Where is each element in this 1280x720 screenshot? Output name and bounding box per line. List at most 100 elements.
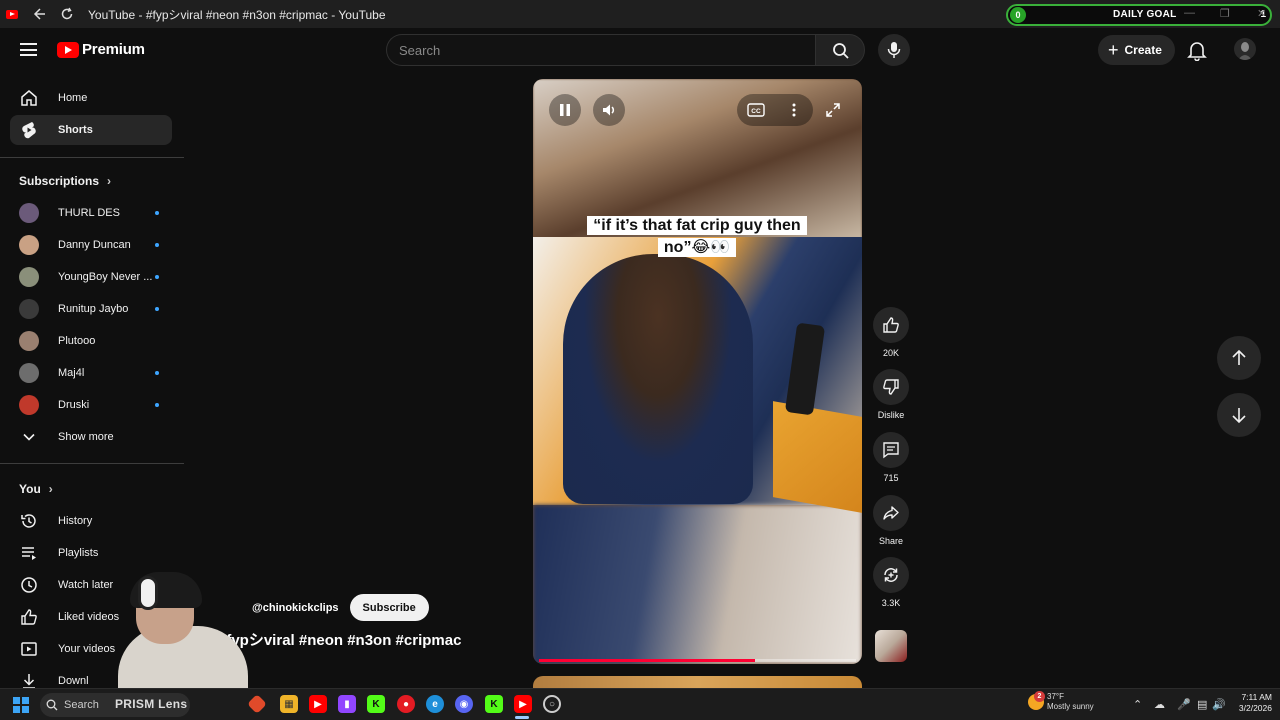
file-explorer-icon[interactable]: ▦ — [280, 695, 298, 713]
short-video-player[interactable]: “if it’s that fat crip guy then no”😂👀 CC — [533, 79, 862, 664]
daily-goal-widget[interactable]: 0 DAILY GOAL 1 — [1006, 4, 1272, 26]
weather-widget[interactable]: 2 37°F Mostly sunny — [1028, 691, 1094, 712]
new-content-dot — [155, 275, 159, 279]
chevron-down-icon — [19, 427, 39, 447]
channel-name: YoungBoy Never ... — [58, 271, 153, 283]
shorts-icon — [19, 120, 39, 140]
sound-thumbnail[interactable] — [875, 630, 907, 662]
more-options-button[interactable] — [775, 103, 813, 117]
cloud-icon[interactable]: ☁ — [1154, 698, 1165, 711]
channel-avatar — [19, 203, 39, 223]
search-input[interactable] — [387, 35, 816, 65]
channel-name: Runitup Jaybo — [58, 303, 129, 315]
close-icon[interactable]: ✕ — [1257, 7, 1266, 20]
channel-handle[interactable]: @chinokickclips — [252, 602, 339, 614]
remix-icon — [884, 568, 898, 582]
masthead: Premium + Create — [0, 28, 1280, 72]
reload-icon[interactable] — [60, 7, 74, 21]
comments-button[interactable] — [873, 432, 909, 468]
sidebar-item-history[interactable]: History — [10, 506, 172, 536]
video-progress-bar[interactable] — [539, 659, 856, 662]
subscribe-button[interactable]: Subscribe — [349, 594, 429, 621]
sidebar-subscription-item[interactable]: Runitup Jaybo — [10, 295, 172, 323]
like-button[interactable] — [873, 307, 909, 343]
weather-temperature: 37°F — [1047, 692, 1064, 701]
share-action: Share — [873, 495, 909, 546]
speaker-icon[interactable]: 🔊 — [1212, 698, 1226, 711]
your-videos-icon — [19, 639, 39, 659]
weather-badge: 2 — [1034, 691, 1045, 702]
clock-date: 3/2/2026 — [1238, 703, 1272, 713]
thumbs-down-icon — [883, 379, 899, 395]
kick-studio-icon[interactable]: K — [485, 695, 503, 713]
youtube-app-icon[interactable]: ▶ — [309, 695, 327, 713]
liked-videos-icon — [19, 607, 39, 627]
volume-button[interactable] — [593, 94, 625, 126]
fullscreen-button[interactable] — [817, 94, 849, 126]
sidebar-item-home[interactable]: Home — [10, 83, 172, 113]
menu-icon[interactable] — [20, 43, 37, 56]
record-app-icon[interactable]: ● — [397, 695, 415, 713]
sidebar-subscription-item[interactable]: YoungBoy Never ... — [10, 263, 172, 291]
discord-icon[interactable]: ◉ — [455, 695, 473, 713]
youtube-play-logo-icon — [57, 41, 79, 58]
dislike-button[interactable] — [873, 369, 909, 405]
you-header[interactable]: You › — [19, 482, 53, 496]
network-icon[interactable]: ▤ — [1197, 698, 1207, 711]
share-arrow-icon — [883, 506, 899, 520]
notifications-bell-icon[interactable] — [1186, 39, 1208, 62]
voice-search-button[interactable] — [878, 34, 910, 66]
remix-button[interactable] — [873, 557, 909, 593]
next-short-preview[interactable] — [533, 676, 862, 688]
window-title: YouTube - #fypシviral #neon #n3on #cripma… — [88, 7, 386, 22]
twitch-icon[interactable]: ▮ — [338, 695, 356, 713]
edge-browser-icon[interactable]: e — [426, 695, 444, 713]
new-content-dot — [155, 307, 159, 311]
account-avatar[interactable] — [1234, 38, 1256, 60]
sidebar-item-label: Home — [58, 92, 88, 104]
microphone-tray-icon[interactable]: 🎤 — [1177, 698, 1191, 711]
thumbs-up-icon — [883, 317, 899, 333]
video-caption: “if it’s that fat crip guy then no”😂👀 — [577, 215, 817, 259]
sidebar-divider — [0, 463, 184, 464]
search-button[interactable] — [815, 34, 865, 66]
channel-avatar — [19, 395, 39, 415]
sidebar-item-label: Shorts — [58, 124, 93, 136]
sidebar-subscription-item[interactable]: THURL DES — [10, 199, 172, 227]
channel-name: Druski — [58, 399, 90, 411]
share-button[interactable] — [873, 495, 909, 531]
sidebar-item-playlists[interactable]: Playlists — [10, 538, 172, 568]
search-box[interactable] — [386, 34, 816, 66]
sidebar-item-shorts[interactable]: Shorts — [10, 115, 172, 145]
restore-icon[interactable]: ❐ — [1220, 7, 1230, 20]
channel-name: Plutooo — [58, 335, 96, 347]
chrome-icon[interactable]: ○ — [543, 695, 561, 713]
taskbar-clock[interactable]: 7:11 AM 3/2/2026 — [1226, 692, 1272, 714]
sidebar-subscription-item[interactable]: Maj4l — [10, 359, 172, 387]
youtube-premium-logo[interactable]: Premium — [57, 41, 145, 58]
back-arrow-icon[interactable] — [32, 7, 46, 21]
sidebar-subscription-item[interactable]: Druski — [10, 391, 172, 419]
headphones-icon — [138, 576, 158, 610]
like-action: 20K — [873, 307, 909, 358]
minimize-icon[interactable]: — — [1184, 7, 1195, 19]
previous-short-button[interactable] — [1217, 336, 1261, 380]
kick-icon[interactable]: K — [367, 695, 385, 713]
create-label: Create — [1124, 43, 1162, 57]
windows-start-icon[interactable] — [13, 697, 29, 713]
show-more-button[interactable]: Show more — [10, 422, 172, 452]
short-title[interactable]: #fypシviral #neon #n3on #cripmac — [218, 629, 461, 650]
sidebar-subscription-item[interactable]: Plutooo — [10, 327, 172, 355]
pause-icon — [560, 104, 570, 116]
sidebar-subscription-item[interactable]: Danny Duncan — [10, 231, 172, 259]
captions-button[interactable]: CC — [737, 103, 775, 117]
create-button[interactable]: + Create — [1098, 35, 1175, 65]
subscriptions-header[interactable]: Subscriptions › — [19, 174, 111, 188]
youtube-pwa-icon[interactable]: ▶ — [514, 695, 532, 713]
pause-button[interactable] — [549, 94, 581, 126]
chevron-up-icon[interactable]: ⌃ — [1133, 698, 1142, 711]
playlists-icon — [19, 543, 39, 563]
new-content-dot — [155, 211, 159, 215]
channel-name: THURL DES — [58, 207, 120, 219]
next-short-button[interactable] — [1217, 393, 1261, 437]
